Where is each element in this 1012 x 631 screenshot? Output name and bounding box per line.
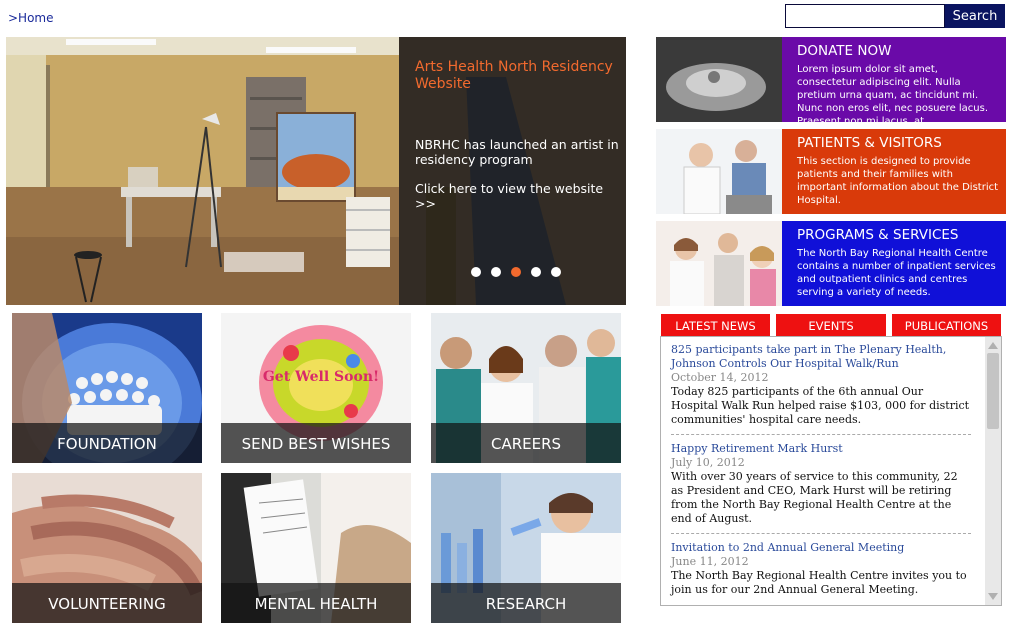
hero-caption-panel: Arts Health North Residency Website NBRH…: [399, 37, 626, 305]
tile-mental-health[interactable]: MENTAL HEALTH: [221, 473, 411, 623]
scroll-down-arrow-icon[interactable]: [986, 591, 1000, 603]
hero-description: NBRHC has launched an artist in residenc…: [415, 137, 619, 167]
scroll-up-arrow-icon[interactable]: [986, 339, 1000, 351]
promo-programs-text: The North Bay Regional Health Centre con…: [797, 248, 996, 298]
slide-dot[interactable]: [531, 267, 541, 277]
tab-events[interactable]: EVENTS: [776, 314, 886, 336]
promo-patients-visitors[interactable]: PATIENTS & VISITORS This section is desi…: [656, 129, 1006, 214]
news-panel: 825 participants take part in The Plenar…: [660, 336, 1002, 606]
slide-dot-active[interactable]: [511, 267, 521, 277]
tile-research-label: RESEARCH: [431, 583, 621, 623]
news-item-date: July 10, 2012: [671, 456, 745, 469]
promo-programs-services[interactable]: PROGRAMS & SERVICES The North Bay Region…: [656, 221, 1006, 306]
tile-foundation-label: FOUNDATION: [12, 423, 202, 463]
news-item-text: Today 825 participants of the 6th annual…: [671, 385, 970, 426]
programs-services-photo: [656, 221, 782, 306]
news-item-date: June 11, 2012: [671, 555, 749, 568]
news-item-text: With over 30 years of service to this co…: [671, 470, 958, 525]
tile-mental-health-label: MENTAL HEALTH: [221, 583, 411, 623]
patients-visitors-photo: [656, 129, 782, 214]
breadcrumb-home-link[interactable]: >Home: [8, 11, 54, 25]
tab-latest-news[interactable]: LATEST NEWS: [661, 314, 770, 336]
search-input[interactable]: [785, 4, 945, 28]
donate-photo: [656, 37, 782, 122]
promo-donate-now[interactable]: DONATE NOW Lorem ipsum dolor sit amet, c…: [656, 37, 1006, 122]
tile-careers[interactable]: CAREERS: [431, 313, 621, 463]
promo-patients-body: PATIENTS & VISITORS This section is desi…: [782, 129, 1006, 214]
tile-send-best-wishes-label: SEND BEST WISHES: [221, 423, 411, 463]
promo-patients-text: This section is designed to provide pati…: [797, 156, 999, 206]
slide-dot[interactable]: [551, 267, 561, 277]
tile-research[interactable]: RESEARCH: [431, 473, 621, 623]
tile-volunteering-label: VOLUNTEERING: [12, 583, 202, 623]
tile-send-best-wishes[interactable]: Get Well Soon! SEND BEST WISHES: [221, 313, 411, 463]
news-scrollbar[interactable]: [985, 337, 1001, 605]
news-item-title-link[interactable]: Invitation to 2nd Annual General Meeting: [671, 541, 971, 555]
slide-dots: [471, 267, 561, 277]
promo-programs-title: PROGRAMS & SERVICES: [797, 227, 959, 243]
news-item-text: The North Bay Regional Health Centre inv…: [671, 569, 967, 596]
slide-dot[interactable]: [491, 267, 501, 277]
balloon-text: Get Well Soon!: [263, 369, 379, 385]
news-item-date: October 14, 2012: [671, 371, 769, 384]
tile-volunteering[interactable]: VOLUNTEERING: [12, 473, 202, 623]
news-item-title-link[interactable]: Happy Retirement Mark Hurst: [671, 442, 971, 456]
promo-donate-body: DONATE NOW Lorem ipsum dolor sit amet, c…: [782, 37, 1006, 122]
news-list: 825 participants take part in The Plenar…: [671, 343, 971, 605]
promo-patients-title: PATIENTS & VISITORS: [797, 135, 942, 151]
promo-donate-title: DONATE NOW: [797, 43, 892, 59]
slide-dot[interactable]: [471, 267, 481, 277]
hero-website-link[interactable]: Click here to view the website >>: [415, 181, 625, 211]
news-item: Invitation to 2nd Annual General Meeting…: [671, 541, 971, 604]
scroll-thumb[interactable]: [987, 353, 999, 429]
promo-programs-body: PROGRAMS & SERVICES The North Bay Region…: [782, 221, 1006, 306]
news-item: 825 participants take part in The Plenar…: [671, 343, 971, 435]
tile-careers-label: CAREERS: [431, 423, 621, 463]
hero-slideshow: Arts Health North Residency Website NBRH…: [6, 37, 626, 305]
hero-title: Arts Health North Residency Website: [415, 59, 613, 92]
tile-foundation[interactable]: FOUNDATION: [12, 313, 202, 463]
tab-publications[interactable]: PUBLICATIONS: [892, 314, 1001, 336]
search-button[interactable]: Search: [945, 4, 1005, 28]
news-item: Happy Retirement Mark Hurst July 10, 201…: [671, 442, 971, 534]
promo-donate-text: Lorem ipsum dolor sit amet, consectetur …: [797, 64, 989, 122]
news-item-title-link[interactable]: 825 participants take part in The Plenar…: [671, 343, 971, 371]
